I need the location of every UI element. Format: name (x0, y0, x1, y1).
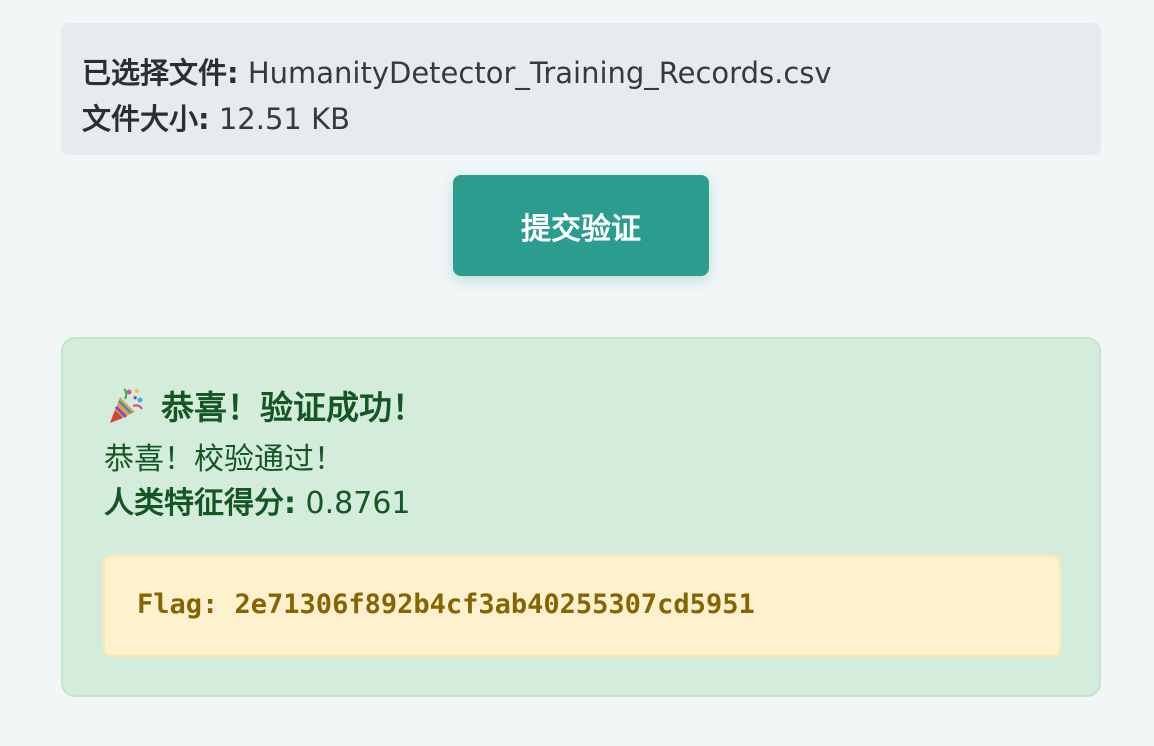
result-title-row: 恭喜！验证成功！ (107, 385, 425, 431)
success-result-panel: 恭喜！验证成功！ 恭喜！校验通过！ 人类特征得分: 0.8761 Flag: 2… (61, 337, 1101, 697)
selected-file-name: HumanityDetector_Training_Records.csv (247, 56, 832, 90)
humanity-score-value: 0.8761 (305, 486, 411, 521)
file-size-label: 文件大小: (82, 102, 210, 136)
file-info-panel: 已选择文件: HumanityDetector_Training_Records… (61, 23, 1101, 155)
file-size-row: 文件大小: 12.51 KB (82, 96, 1101, 142)
humanity-score-label: 人类特征得分: (104, 486, 296, 521)
humanity-score-row: 人类特征得分: 0.8761 (104, 482, 411, 526)
party-popper-icon (107, 387, 145, 425)
result-title: 恭喜！验证成功！ (161, 388, 425, 427)
result-message: 恭喜！校验通过！ (104, 442, 344, 477)
flag-display: Flag: 2e71306f892b4cf3ab40255307cd5951 (103, 555, 1061, 657)
selected-file-label: 已选择文件: (82, 56, 239, 90)
submit-verify-button[interactable]: 提交验证 (453, 175, 709, 276)
file-size-value: 12.51 KB (218, 102, 350, 136)
selected-file-row: 已选择文件: HumanityDetector_Training_Records… (82, 50, 1101, 96)
